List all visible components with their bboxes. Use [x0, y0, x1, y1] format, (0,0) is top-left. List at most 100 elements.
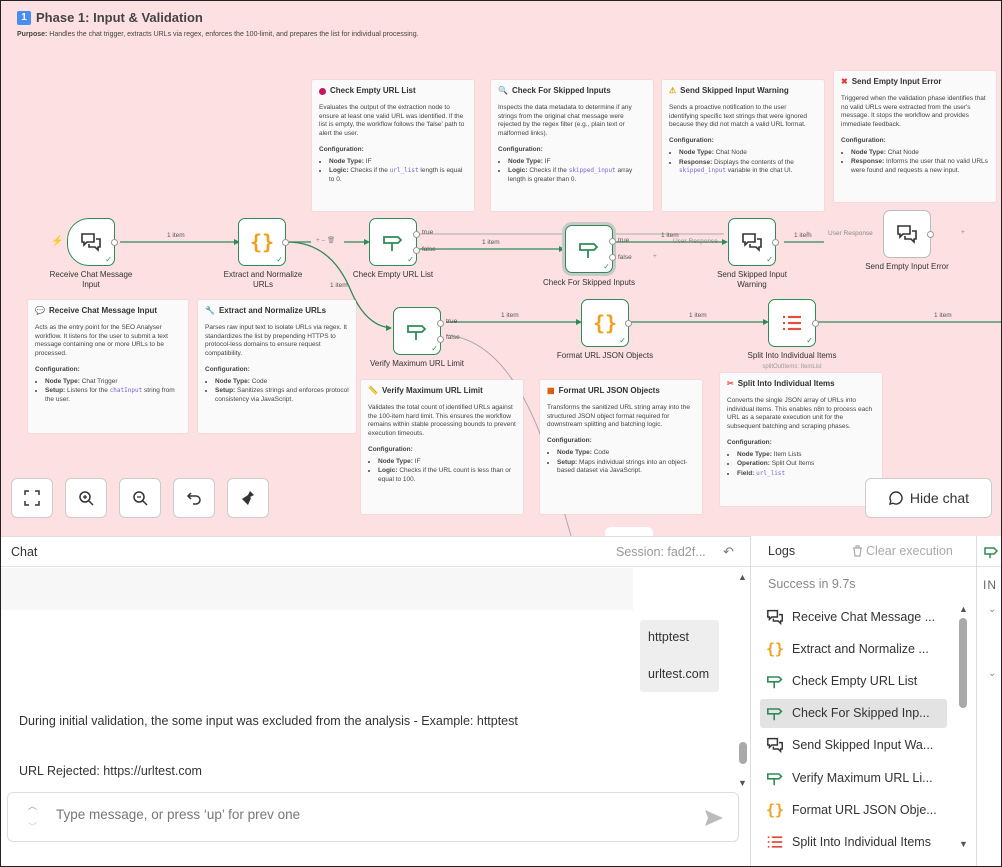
offscreen-node-partial[interactable]: [605, 527, 653, 536]
log-item[interactable]: Send Skipped Input Wa...: [760, 731, 947, 760]
if-icon: [579, 243, 599, 258]
note-item: Node Type: Chat Trigger: [45, 378, 181, 387]
history-down-icon[interactable]: ﹀: [28, 820, 37, 833]
note-receive[interactable]: 💬 Receive Chat Message Input Acts as the …: [28, 300, 188, 433]
add-node-plus-1[interactable]: +: [653, 253, 657, 260]
if-icon: [766, 673, 784, 689]
edge-label-true-3: true: [446, 318, 458, 325]
output-port[interactable]: [812, 320, 819, 327]
chat-scrollbar-thumb[interactable]: [739, 742, 747, 764]
node-check-empty[interactable]: ✓: [369, 218, 420, 266]
zoom-out-button[interactable]: [119, 478, 161, 518]
bot-message-line1: During initial validation, the some inpu…: [19, 714, 518, 728]
chevron-down-icon[interactable]: ⌄: [988, 604, 996, 615]
note-send-empty[interactable]: ✖ Send Empty Input Error Triggered when t…: [834, 71, 996, 202]
node-send-empty[interactable]: [883, 210, 934, 258]
output-port-false[interactable]: [437, 336, 444, 343]
add-node-plus-3[interactable]: +: [961, 229, 965, 236]
log-item-label: Verify Maximum URL Li...: [792, 770, 933, 785]
note-check-skipped[interactable]: 🔍 Check For Skipped Inputs Inspects the d…: [491, 80, 653, 211]
user-message-line1: httptest: [648, 630, 689, 644]
note-check-empty[interactable]: Check Empty URL List Evaluates the outpu…: [312, 80, 474, 211]
bot-message-line2: URL Rejected: https://urltest.com: [19, 764, 202, 778]
edge-label-user-response-1: User Response: [673, 238, 718, 245]
output-port-false[interactable]: [413, 247, 420, 254]
node-label-format-json: Format URL JSON Objects: [556, 351, 654, 360]
zoom-to-fit-button[interactable]: [11, 478, 53, 518]
note-verify-max[interactable]: 📏 Verify Maximum URL Limit Validates the …: [361, 380, 523, 514]
note-item: Response: Informs the user that no valid…: [851, 158, 989, 176]
note-extract[interactable]: 🔧 Extract and Normalize URLs Parses raw i…: [198, 300, 356, 433]
node-label-send-empty: Send Empty Input Error: [865, 262, 949, 271]
node-detail-panel-edge[interactable]: IN ⌄ ⌄: [976, 536, 1001, 866]
edge-label-format-split: 1 item: [689, 312, 707, 319]
edge-label-verify-format: 1 item: [501, 312, 519, 319]
note-body: Evaluates the output of the extraction n…: [319, 103, 465, 138]
logs-scroll-up-icon[interactable]: ▲: [959, 604, 968, 614]
log-item[interactable]: {} Extract and Normalize ...: [760, 634, 947, 663]
note-config-label: Configuration:: [35, 365, 80, 373]
add-node-plus-2[interactable]: +: [806, 230, 810, 237]
hide-chat-button[interactable]: Hide chat: [865, 478, 992, 518]
reset-session-icon[interactable]: ↶: [723, 544, 734, 560]
clear-execution-button[interactable]: Clear execution: [852, 544, 953, 558]
success-check-icon: ✓: [105, 255, 112, 264]
scroll-down-arrow-icon[interactable]: ▼: [738, 778, 747, 788]
output-port[interactable]: [772, 239, 779, 246]
success-check-icon: ✓: [619, 336, 626, 345]
chat-icon: [766, 609, 784, 625]
node-label-extract: Extract and Normalize URLs: [223, 270, 303, 289]
chat-icon: [81, 233, 101, 252]
log-item[interactable]: Receive Chat Message ...: [760, 602, 947, 631]
output-port[interactable]: [282, 239, 289, 246]
output-port-true[interactable]: [609, 238, 616, 245]
undo-button[interactable]: [173, 478, 215, 518]
note-body: Acts as the entry point for the SEO Anal…: [35, 323, 168, 358]
node-split[interactable]: ✓: [768, 299, 819, 347]
log-item[interactable]: Check For Skipped Inp...: [760, 698, 947, 728]
note-title: Receive Chat Message Input: [48, 306, 158, 315]
log-item[interactable]: Split Into Individual Items: [760, 827, 947, 856]
logs-scrollbar-thumb[interactable]: [959, 618, 967, 708]
output-port-true[interactable]: [413, 231, 420, 238]
node-verify-max[interactable]: ✓: [393, 307, 444, 355]
note-format-json[interactable]: ▦ Format URL JSON Objects Transforms the …: [540, 380, 702, 514]
log-item[interactable]: Verify Maximum URL Li...: [760, 763, 947, 792]
note-config-label: Configuration:: [498, 145, 543, 153]
workflow-canvas[interactable]: 1 Phase 1: Input & Validation Purpose: H…: [1, 1, 1001, 536]
output-port[interactable]: [625, 320, 632, 327]
chat-message-input[interactable]: [56, 807, 676, 822]
node-send-skipped[interactable]: ✓: [728, 218, 779, 266]
chevron-down-icon[interactable]: ⌄: [988, 668, 996, 679]
output-port[interactable]: [927, 231, 934, 238]
note-send-skipped[interactable]: ⚠ Send Skipped Input Warning Sends a proa…: [662, 80, 824, 211]
note-item: Node Type: Chat Node: [679, 149, 817, 158]
speech-bubble-icon: 💬: [35, 306, 45, 315]
scroll-up-arrow-icon[interactable]: ▲: [738, 572, 747, 582]
note-config-label: Configuration:: [841, 136, 886, 144]
output-port-true[interactable]: [437, 320, 444, 327]
log-item[interactable]: Check Empty URL List: [760, 666, 947, 695]
log-item[interactable]: {} Format URL JSON Obje...: [760, 795, 947, 824]
note-item: Response: Displays the contents of the s…: [679, 159, 817, 177]
node-check-skipped[interactable]: ✓: [565, 225, 616, 273]
chat-input-box[interactable]: ︿ ﹀: [7, 792, 739, 842]
history-up-icon[interactable]: ︿: [28, 799, 37, 812]
send-icon[interactable]: [704, 809, 724, 827]
note-item: Node Type: IF: [378, 458, 516, 467]
node-format-json[interactable]: {} ✓: [581, 299, 632, 347]
node-receive-chat[interactable]: ✓: [67, 218, 118, 266]
logs-divider: [751, 566, 976, 567]
output-port-false[interactable]: [609, 254, 616, 261]
zoom-in-button[interactable]: [65, 478, 107, 518]
log-item-label: Receive Chat Message ...: [792, 609, 936, 624]
list-icon: [783, 315, 801, 331]
node-extract-normalize[interactable]: {} ✓: [238, 218, 289, 266]
output-port[interactable]: [111, 239, 118, 246]
logs-scroll-down-icon[interactable]: ▼: [959, 839, 968, 849]
tidy-up-button[interactable]: [227, 478, 269, 518]
note-item: Node Type: Chat Node: [851, 149, 989, 158]
session-id[interactable]: Session: fad2f...: [616, 545, 706, 559]
note-split[interactable]: ✂ Split Into Individual Items Converts th…: [720, 373, 882, 506]
edge-add-icon[interactable]: + – 🗑: [316, 236, 335, 244]
